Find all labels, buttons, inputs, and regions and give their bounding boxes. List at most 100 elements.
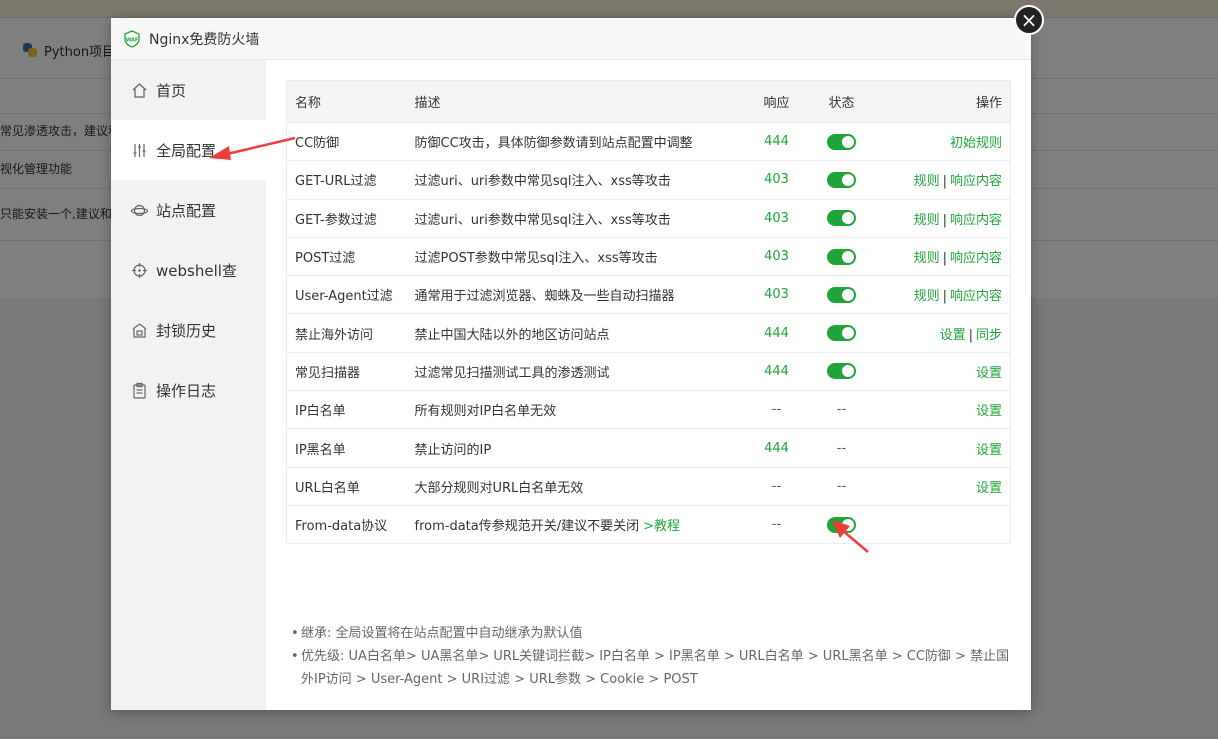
operation-link[interactable]: 响应内容 — [950, 251, 1002, 266]
op-separator: | — [942, 289, 947, 305]
svg-text:WAF: WAF — [126, 37, 139, 43]
rule-name-cell: CC防御 — [286, 122, 407, 162]
rule-operation-cell: 设置 | 同步 — [876, 313, 1011, 353]
rule-operation-cell: 规则 | 响应内容 — [876, 199, 1011, 238]
status-toggle[interactable] — [827, 363, 856, 380]
sidebar-item-site-config[interactable]: 站点配置 — [111, 180, 266, 240]
rule-desc-text: from-data传参规范开关/建议不要关闭 — [414, 519, 640, 535]
lock-building-icon — [131, 322, 148, 339]
rule-desc-text: 禁止中国大陆以外的地区访问站点 — [414, 327, 610, 343]
rule-name-cell: 禁止海外访问 — [286, 313, 407, 353]
rule-desc-text: 所有规则对IP白名单无效 — [414, 404, 557, 420]
sidebar-item-home[interactable]: 首页 — [111, 60, 266, 120]
rule-name-cell: IP黑名单 — [286, 428, 407, 468]
rule-operation-cell: 规则 | 响应内容 — [876, 160, 1011, 200]
sidebar-item-block-history[interactable]: 封锁历史 — [111, 300, 266, 360]
table-row: User-Agent过滤 通常用于过滤浏览器、蜘蛛及一些自动扫描器 403 规则 | 响应… — [286, 275, 1011, 315]
rule-desc-text: 过滤uri、uri参数中常见sql注入、xss等攻击 — [414, 174, 671, 190]
note-priority: 优先级: UA白名单> UA黑名单> URL关键词拦截> IP白名单 > IP黑… — [291, 645, 1011, 691]
rule-desc-text: 通常用于过滤浏览器、蜘蛛及一些自动扫描器 — [414, 289, 675, 305]
waf-dialog: WAF Nginx免费防火墙 首页 全局配置 站点配置 webshell查 封锁… — [111, 18, 1031, 710]
operation-link[interactable]: 响应内容 — [950, 289, 1002, 304]
sidebar-item-global-config[interactable]: 全局配置 — [111, 120, 266, 180]
status-toggle[interactable] — [827, 516, 856, 533]
operation-link[interactable]: 设置 — [976, 404, 1002, 419]
rule-desc-cell: 大部分规则对URL白名单无效 — [406, 467, 747, 506]
rule-response-code: -- — [746, 467, 807, 506]
operation-link[interactable]: 规则 — [914, 174, 940, 189]
rule-status-cell — [806, 505, 877, 545]
rule-operation-cell: 规则 | 响应内容 — [876, 275, 1011, 315]
rule-response-code: 444 — [746, 428, 807, 468]
status-toggle[interactable] — [827, 286, 856, 303]
rule-response-code: 444 — [746, 122, 807, 162]
sidebar-item-label: 站点配置 — [156, 201, 217, 220]
sidebar-item-operation-log[interactable]: 操作日志 — [111, 360, 266, 420]
rule-operation-cell: 规则 | 响应内容 — [876, 237, 1011, 277]
status-empty: -- — [836, 478, 847, 494]
op-separator: | — [968, 327, 973, 343]
tutorial-link[interactable]: >教程 — [643, 519, 680, 534]
table-row: 禁止海外访问 禁止中国大陆以外的地区访问站点 444 设置 | 同步 — [286, 313, 1011, 353]
rule-desc-cell: 过滤uri、uri参数中常见sql注入、xss等攻击 — [406, 199, 747, 238]
rule-response-code: 444 — [746, 313, 807, 353]
op-separator: | — [942, 212, 947, 228]
operation-link[interactable]: 初始规则 — [950, 136, 1002, 151]
rule-desc-text: 禁止访问的IP — [414, 442, 492, 458]
operation-link[interactable]: 响应内容 — [950, 174, 1002, 189]
operation-link[interactable]: 设置 — [976, 366, 1002, 381]
rules-table: 名称 描述 响应 状态 操作 CC防御 防御CC攻击，具体防御参数请到站点配置中调… — [286, 80, 1011, 545]
table-row: POST过滤 过滤POST参数中常见sql注入、xss等攻击 403 规则 | 响应内容 — [286, 237, 1011, 277]
rule-name-cell: POST过滤 — [286, 237, 407, 277]
status-toggle[interactable] — [827, 248, 856, 265]
rule-response-code: 403 — [746, 160, 807, 200]
rule-desc-cell: 过滤常见扫描测试工具的渗透测试 — [406, 352, 747, 392]
rule-status-cell — [806, 199, 877, 238]
status-toggle[interactable] — [827, 171, 856, 188]
sidebar-item-webshell[interactable]: webshell查 — [111, 240, 266, 300]
rule-response-code: -- — [746, 390, 807, 430]
rule-desc-text: 过滤uri、uri参数中常见sql注入、xss等攻击 — [414, 212, 671, 228]
status-toggle[interactable] — [827, 133, 856, 150]
status-empty: -- — [836, 402, 847, 418]
table-row: GET-参数过滤 过滤uri、uri参数中常见sql注入、xss等攻击 403 规则 |… — [286, 199, 1011, 238]
column-header-name: 名称 — [286, 80, 407, 123]
target-icon — [131, 262, 148, 279]
dialog-header: WAF Nginx免费防火墙 — [111, 18, 1031, 60]
status-toggle[interactable] — [827, 210, 856, 227]
status-toggle[interactable] — [827, 325, 856, 342]
sidebar-item-label: webshell查 — [156, 261, 237, 280]
globe-icon — [131, 202, 148, 219]
table-row: From-data协议 from-data传参规范开关/建议不要关闭 >教程 -- — [286, 505, 1011, 545]
rule-desc-cell: 过滤POST参数中常见sql注入、xss等攻击 — [406, 237, 747, 277]
operation-link[interactable]: 设置 — [976, 443, 1002, 458]
close-button[interactable]: × — [1014, 5, 1044, 35]
operation-link[interactable]: 响应内容 — [950, 213, 1002, 228]
operation-link[interactable]: 规则 — [914, 289, 940, 304]
operation-link[interactable]: 同步 — [976, 328, 1002, 343]
sidebar-item-label: 操作日志 — [156, 381, 217, 400]
rule-desc-text: 过滤常见扫描测试工具的渗透测试 — [414, 365, 610, 381]
column-header-desc: 描述 — [406, 80, 747, 123]
operation-link[interactable]: 设置 — [976, 481, 1002, 496]
op-separator: | — [942, 174, 947, 190]
operation-link[interactable]: 设置 — [940, 328, 966, 343]
dialog-sidebar: 首页 全局配置 站点配置 webshell查 封锁历史 操作日志 — [111, 60, 266, 710]
rule-status-cell: -- — [806, 390, 877, 430]
operation-link[interactable]: 规则 — [914, 213, 940, 228]
rule-status-cell: -- — [806, 428, 877, 468]
rule-operation-cell: 设置 — [876, 428, 1011, 468]
rule-status-cell — [806, 275, 877, 315]
rules-table-container: 名称 描述 响应 状态 操作 CC防御 防御CC攻击，具体防御参数请到站点配置中调… — [286, 80, 1011, 545]
rule-response-code: 403 — [746, 199, 807, 238]
rule-name-cell: User-Agent过滤 — [286, 275, 407, 315]
rule-status-cell — [806, 237, 877, 277]
sliders-icon — [131, 142, 148, 159]
rule-response-code: 444 — [746, 352, 807, 392]
rule-desc-text: 防御CC攻击，具体防御参数请到站点配置中调整 — [414, 136, 693, 152]
clipboard-icon — [131, 382, 148, 399]
rule-name-cell: GET-参数过滤 — [286, 199, 407, 238]
rule-status-cell: -- — [806, 467, 877, 506]
operation-link[interactable]: 规则 — [914, 251, 940, 266]
rule-operation-cell: 初始规则 — [876, 122, 1011, 162]
